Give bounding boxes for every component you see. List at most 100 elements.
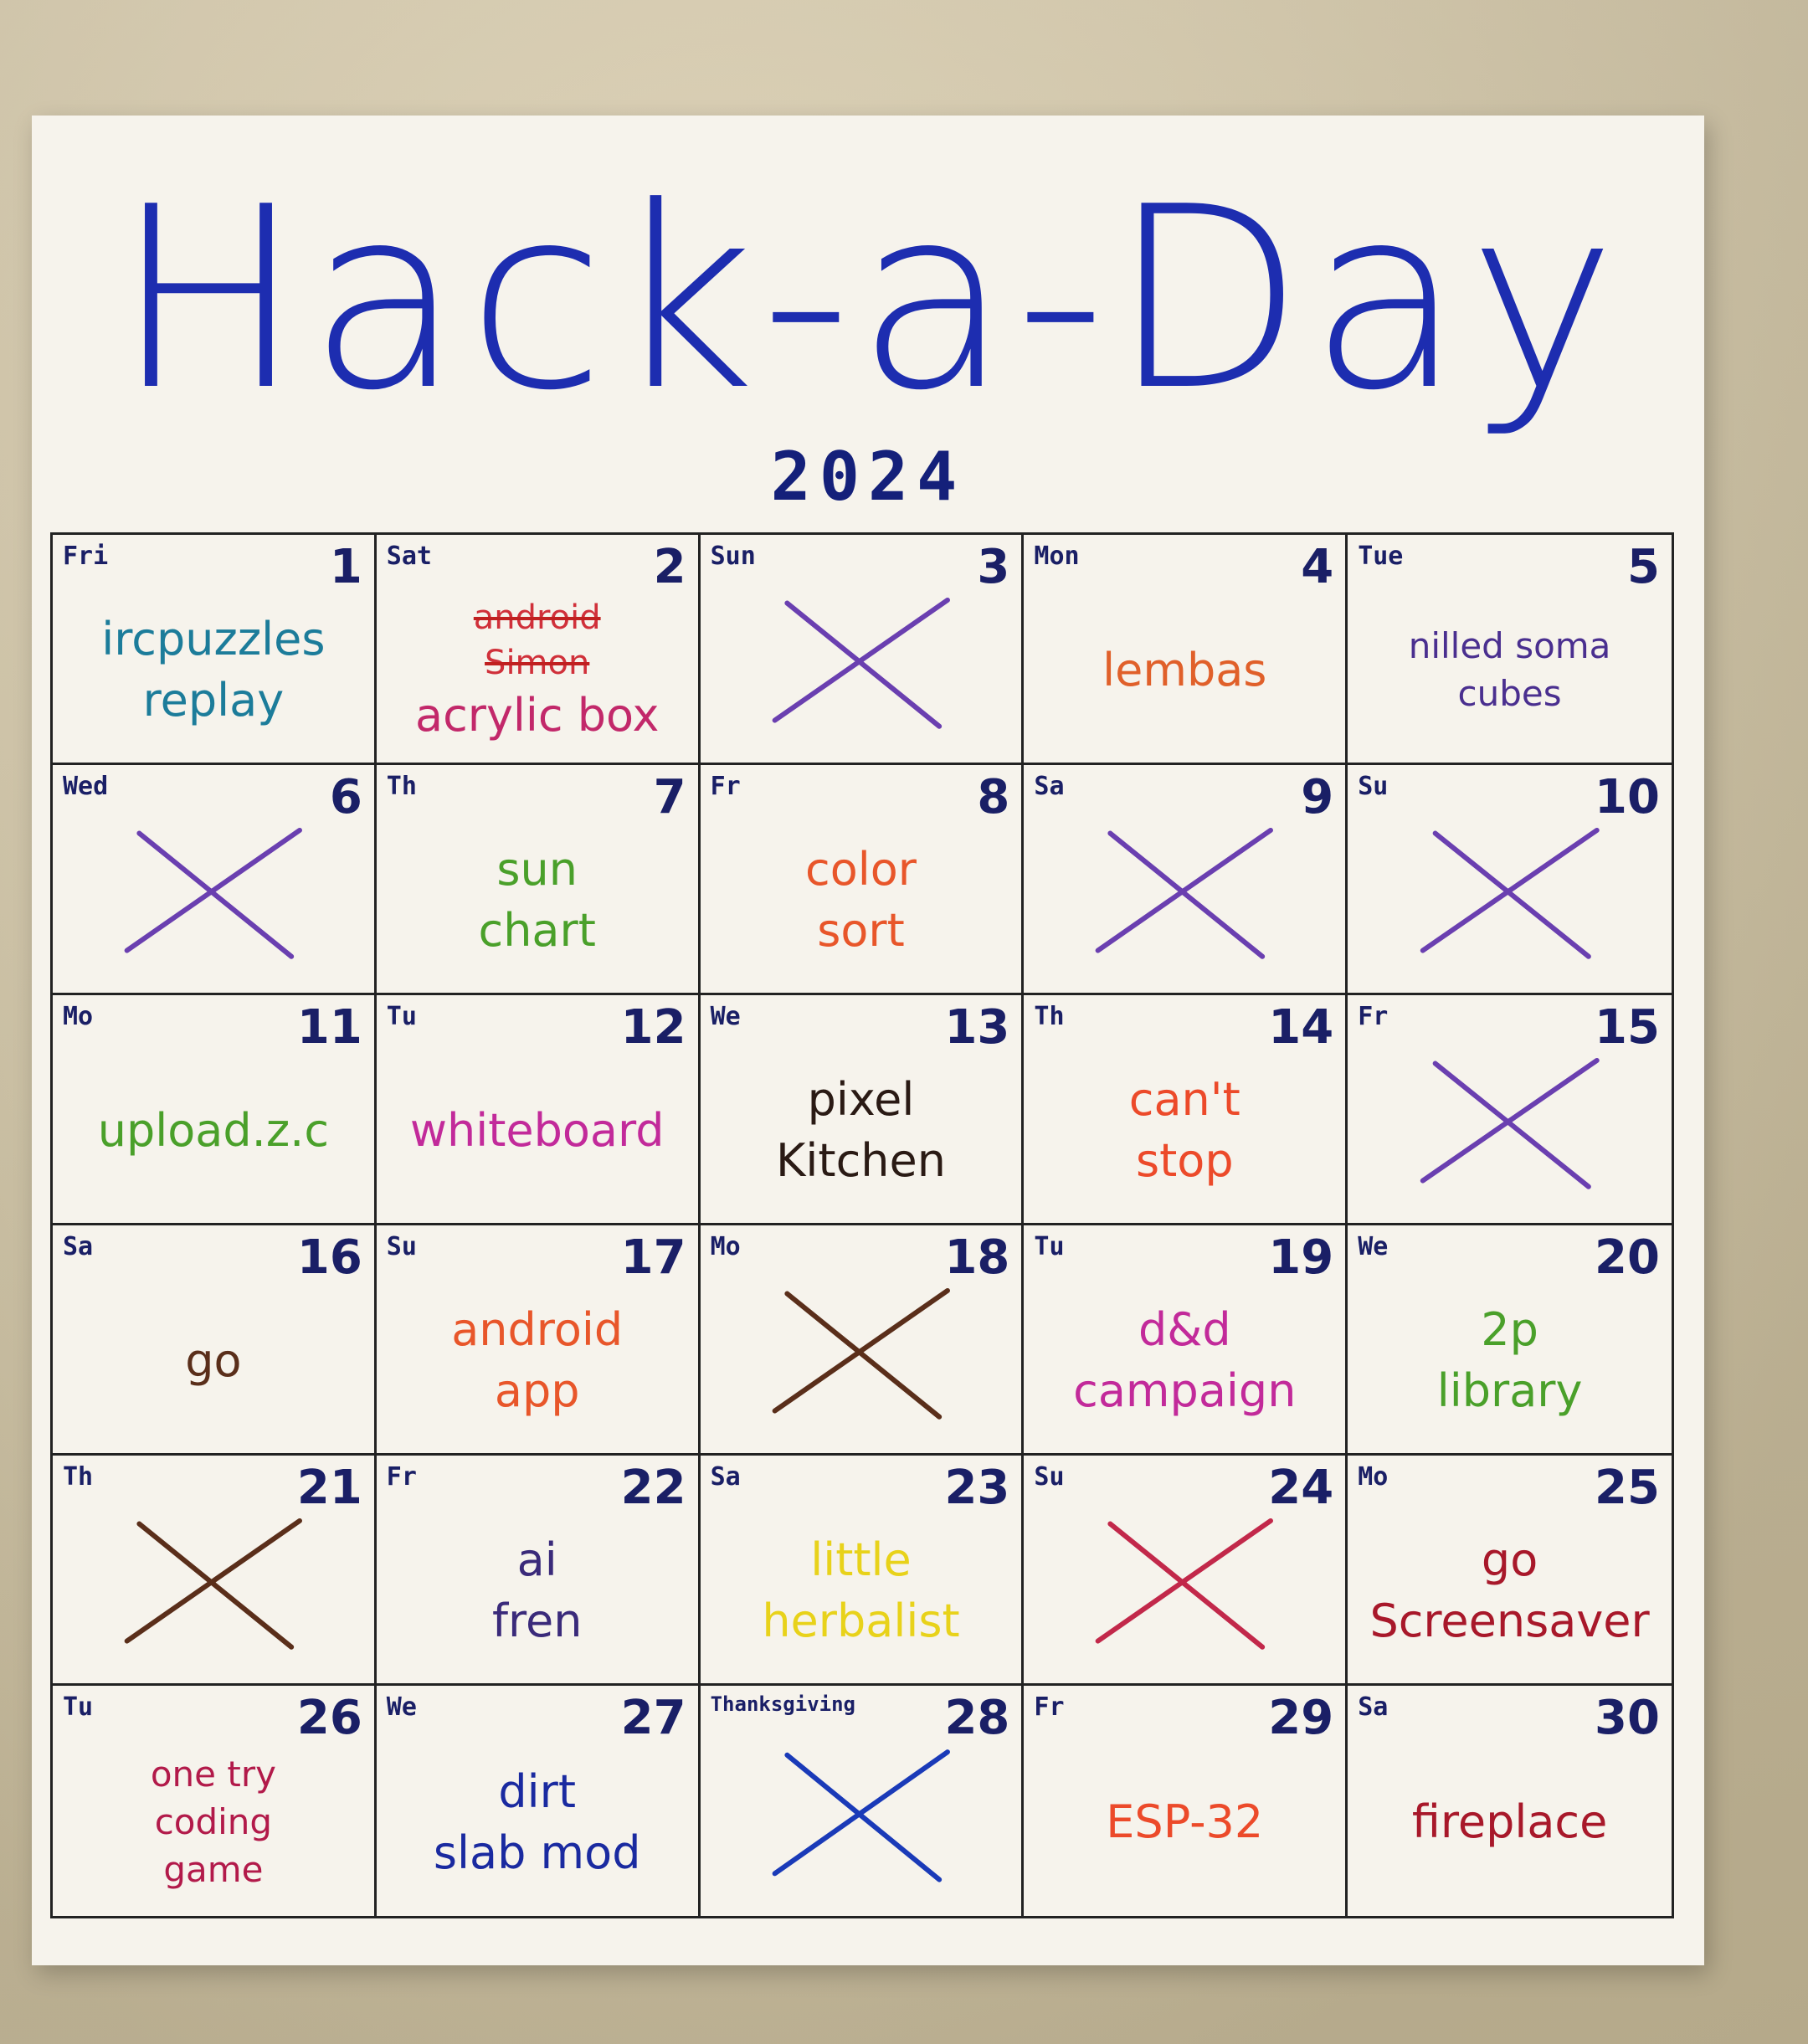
day-of-week-label: Sa <box>710 1462 741 1492</box>
project-name-line: color <box>805 843 917 896</box>
project-name-line: acrylic box <box>414 688 660 742</box>
project-name-line: chart <box>478 904 596 957</box>
project-name-line: ai <box>516 1533 557 1587</box>
day-number: 30 <box>1595 1691 1660 1745</box>
project-name-line: slab mod <box>433 1826 641 1879</box>
project-name-line: ESP-32 <box>1106 1795 1264 1849</box>
project-name-line: pixel <box>807 1073 915 1127</box>
project-entry: android app <box>388 1281 686 1441</box>
day-cell-1: Fri 1 ircpuzzles replay <box>53 535 377 765</box>
day-of-week-label: Tu <box>1034 1232 1065 1261</box>
project-name-line: sort <box>817 904 905 957</box>
day-of-week-label: Sun <box>710 542 756 571</box>
day-of-week-label: Sa <box>63 1232 94 1261</box>
day-of-week-label: Fri <box>63 542 109 571</box>
day-cell-12: Tu 12 whiteboard <box>376 995 701 1225</box>
cross-out-mark <box>758 1276 964 1426</box>
project-entry: 2p library <box>1359 1281 1660 1441</box>
day-cell-7: Th 7 sun chart <box>376 765 701 995</box>
day-of-week-label: Mo <box>63 1002 94 1031</box>
calendar-poster: Hack-a-Day 2024 Fri 1 ircpuzzles replay Sat 2… <box>32 116 1704 1965</box>
cross-out-mark <box>758 1737 964 1889</box>
day-cell-26: Tu 26 one try coding game <box>53 1686 377 1916</box>
project-name-line: replay <box>142 674 285 727</box>
day-cell-17: Su 17 android app <box>376 1225 701 1456</box>
day-of-week-label: Sa <box>1358 1692 1389 1722</box>
day-of-week-label: We <box>710 1002 741 1031</box>
day-number: 4 <box>1301 540 1334 594</box>
project-name-line: one try <box>150 1754 276 1795</box>
day-cell-3: Sun 3 <box>700 535 1025 765</box>
day-of-week-label: Fr <box>710 772 741 801</box>
day-cell-4: Mon 4 lembas <box>1024 535 1348 765</box>
project-entry: go <box>64 1281 362 1441</box>
day-number: 27 <box>620 1691 686 1745</box>
project-entry: ESP-32 <box>1035 1741 1333 1904</box>
project-entry: fireplace <box>1359 1741 1660 1904</box>
day-cell-29: Fr 29 ESP-32 <box>1024 1686 1348 1916</box>
project-name-line: library <box>1436 1364 1583 1417</box>
project-entry: pixel Kitchen <box>712 1050 1010 1211</box>
day-number: 25 <box>1595 1461 1660 1515</box>
project-entry: whiteboard <box>388 1050 686 1211</box>
day-cell-8: Fr 8 color sort <box>700 765 1025 995</box>
day-cell-22: Fr 22 ai fren <box>376 1456 701 1686</box>
day-number: 26 <box>296 1691 362 1745</box>
project-name-line: game <box>163 1848 264 1890</box>
day-cell-2: Sat 2 android Simon acrylic box <box>376 535 701 765</box>
project-entry: android Simon acrylic box <box>388 590 686 751</box>
project-name-line: go <box>1481 1533 1538 1587</box>
project-name-line: fren <box>491 1595 583 1647</box>
day-number: 12 <box>620 1000 686 1055</box>
project-name-line: nilled soma <box>1408 625 1611 667</box>
day-cell-21: Th 21 <box>53 1456 377 1686</box>
day-number: 6 <box>329 770 362 824</box>
day-of-week-label: Tu <box>63 1692 94 1722</box>
day-cell-11: Mo 11 upload.z.c <box>53 995 377 1225</box>
project-name-line: Screensaver <box>1369 1595 1650 1647</box>
project-name-line: 2p <box>1481 1303 1538 1357</box>
day-cell-9: Sa 9 <box>1024 765 1348 995</box>
project-name-line: android <box>451 1303 624 1357</box>
cross-out-mark <box>758 585 964 736</box>
day-cell-30: Sa 30 fireplace <box>1348 1686 1672 1916</box>
project-entry: little herbalist <box>712 1511 1010 1672</box>
project-name-line: upload.z.c <box>97 1103 330 1157</box>
day-of-week-label: We <box>386 1692 417 1722</box>
crossed-out-idea: Simon <box>485 643 590 682</box>
day-of-week-label: Mo <box>710 1232 741 1261</box>
project-entry: nilled soma cubes <box>1359 590 1660 751</box>
day-number: 5 <box>1627 540 1660 594</box>
project-name-line: sun <box>496 843 578 896</box>
day-cell-24: Su 24 <box>1024 1456 1348 1686</box>
project-name-line: go <box>185 1333 242 1387</box>
day-number: 11 <box>296 1000 362 1055</box>
day-of-week-label: Th <box>1034 1002 1065 1031</box>
day-number: 20 <box>1595 1230 1660 1285</box>
day-number: 29 <box>1268 1691 1334 1745</box>
day-number: 8 <box>977 770 1010 824</box>
cross-out-mark <box>1081 1506 1287 1656</box>
day-of-week-label: Su <box>1034 1462 1065 1492</box>
day-number: 13 <box>944 1000 1010 1055</box>
day-cell-23: Sa 23 little herbalist <box>700 1456 1025 1686</box>
day-cell-16: Sa 16 go <box>53 1225 377 1456</box>
day-number: 3 <box>977 540 1010 594</box>
project-entry: one try coding game <box>64 1741 362 1904</box>
project-name-line: can't <box>1128 1073 1240 1127</box>
day-of-week-label: We <box>1358 1232 1389 1261</box>
day-cell-15: Fr 15 <box>1348 995 1672 1225</box>
day-number: 9 <box>1301 770 1334 824</box>
project-entry: lembas <box>1035 590 1333 751</box>
day-of-week-label: Wed <box>63 772 109 801</box>
day-of-week-label: Thanksgiving <box>710 1692 855 1716</box>
cross-out-mark <box>110 815 316 966</box>
project-entry: can't stop <box>1035 1050 1333 1211</box>
project-name-line: Kitchen <box>776 1134 946 1187</box>
cross-out-mark <box>1406 1045 1614 1196</box>
day-cell-20: We 20 2p library <box>1348 1225 1672 1456</box>
day-cell-5: Tue 5 nilled soma cubes <box>1348 535 1672 765</box>
project-name-line: herbalist <box>762 1595 960 1647</box>
project-name-line: stop <box>1135 1134 1234 1187</box>
day-cell-14: Th 14 can't stop <box>1024 995 1348 1225</box>
